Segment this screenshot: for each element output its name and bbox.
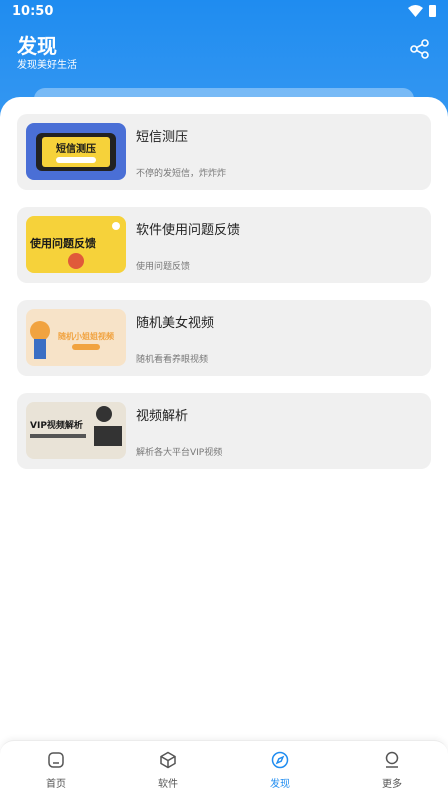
nav-more[interactable]: 更多	[336, 741, 448, 797]
card-title: 短信测压	[136, 130, 189, 145]
card-desc: 随机看看养眼视频	[136, 355, 209, 365]
wifi-icon	[408, 5, 423, 17]
card-thumbnail: 使用问题反馈	[26, 216, 126, 273]
card-thumbnail: 短信测压	[26, 123, 126, 180]
page-subtitle: 发现美好生活	[17, 60, 77, 71]
card-title: 随机美女视频	[136, 316, 215, 331]
bottom-nav: 首页 软件 发现 更多	[0, 740, 448, 797]
card-feedback[interactable]: 使用问题反馈 软件使用问题反馈 使用问题反馈	[17, 207, 431, 283]
status-bar: 10:50	[0, 0, 448, 22]
card-desc: 解析各大平台VIP视频	[136, 448, 223, 458]
card-desc: 不停的发短信，炸炸炸	[136, 169, 227, 179]
thumb-text: VIP视频解析	[30, 419, 83, 431]
thumb-text: 随机小姐姐视频	[58, 331, 114, 341]
thumb-text: 短信测压	[56, 142, 96, 155]
nav-label: 软件	[158, 779, 178, 790]
thumb-text: 使用问题反馈	[29, 236, 96, 250]
feedback-thumbnail-image: 使用问题反馈	[26, 216, 126, 273]
nav-label: 发现	[270, 779, 290, 790]
video-thumbnail-image: 随机小姐姐视频	[26, 309, 126, 366]
card-title: 视频解析	[136, 409, 189, 424]
card-random-video[interactable]: 随机小姐姐视频 随机美女视频 随机看看养眼视频	[17, 300, 431, 376]
battery-icon	[429, 5, 436, 17]
card-sms-test[interactable]: 短信测压 短信测压 不停的发短信，炸炸炸	[17, 114, 431, 190]
status-time: 10:50	[12, 3, 54, 19]
user-icon	[385, 751, 399, 768]
nav-software[interactable]: 软件	[112, 741, 224, 797]
page-title: 发现	[17, 34, 57, 58]
share-icon[interactable]	[409, 38, 431, 60]
card-thumbnail: 随机小姐姐视频	[26, 309, 126, 366]
nav-discover[interactable]: 发现	[224, 741, 336, 797]
home-icon	[48, 752, 64, 768]
sms-thumbnail-image: 短信测压	[26, 123, 126, 180]
status-icons	[408, 5, 436, 17]
card-video-parse[interactable]: VIP视频解析 视频解析 解析各大平台VIP视频	[17, 393, 431, 469]
nav-home[interactable]: 首页	[0, 741, 112, 797]
card-title: 软件使用问题反馈	[136, 223, 241, 238]
card-desc: 使用问题反馈	[136, 262, 191, 272]
cube-icon	[160, 751, 176, 769]
compass-icon	[271, 751, 289, 769]
vip-thumbnail-image: VIP视频解析	[26, 402, 126, 459]
nav-label: 首页	[46, 779, 66, 790]
card-thumbnail: VIP视频解析	[26, 402, 126, 459]
nav-label: 更多	[382, 779, 402, 790]
